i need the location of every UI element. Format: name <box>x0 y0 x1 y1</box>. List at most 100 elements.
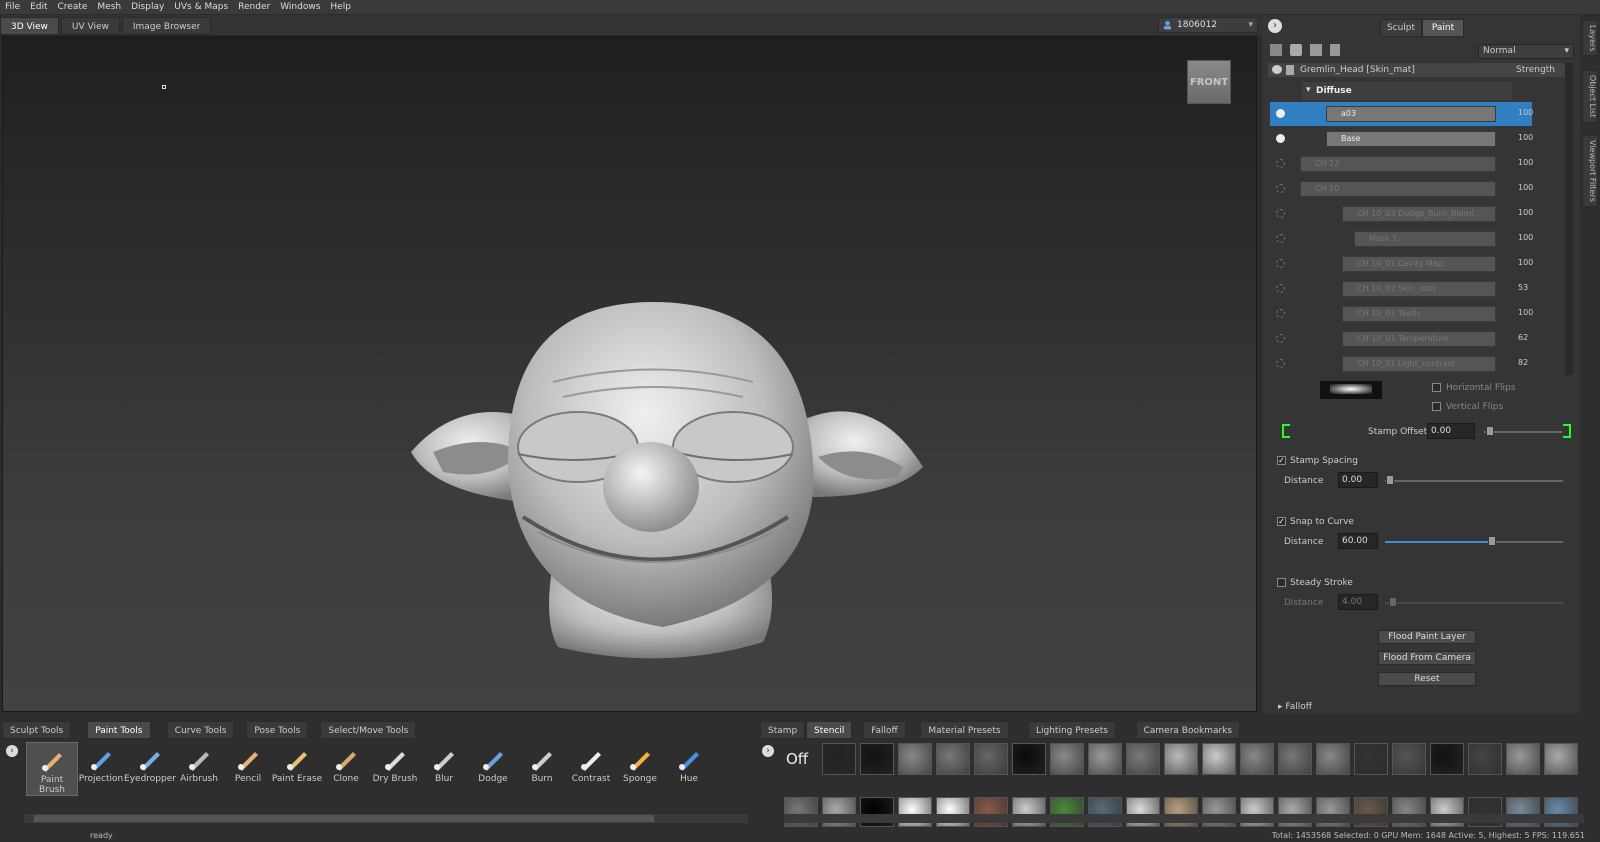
layer-row[interactable]: a03 100 <box>1270 102 1533 126</box>
layer-row[interactable]: Base 100 <box>1270 127 1533 151</box>
layer-row[interactable]: Mask 1 100 <box>1270 227 1533 251</box>
layer-name[interactable]: CH 10_02 Skin_dots <box>1342 281 1496 297</box>
stamp-spacing-slider[interactable] <box>1385 480 1563 482</box>
steady-distance-input[interactable]: 4.00 <box>1338 594 1378 610</box>
tab-uv-view[interactable]: UV View <box>60 17 120 35</box>
tool-dodge[interactable]: Dodge <box>467 742 519 796</box>
user-selector[interactable]: 1806012 ▾ <box>1158 17 1258 33</box>
stamp-spacing-distance-input[interactable]: 0.00 <box>1338 472 1378 488</box>
lock-icon[interactable] <box>1286 65 1294 75</box>
menu-item-file[interactable]: File <box>0 2 25 12</box>
menu-item-edit[interactable]: Edit <box>25 2 52 12</box>
flood-from-camera-button[interactable]: Flood From Camera <box>1378 651 1476 665</box>
tools-scrollbar[interactable] <box>24 814 748 823</box>
stencil-thumbnail[interactable] <box>1088 743 1122 775</box>
stencil-thumbnail[interactable] <box>860 743 894 775</box>
view-cube[interactable]: FRONT <box>1187 60 1231 104</box>
layer-name[interactable]: CH 10_01 Cavity Map <box>1342 256 1496 272</box>
visibility-icon[interactable] <box>1276 109 1285 118</box>
snap-distance-input[interactable]: 60.00 <box>1338 533 1378 549</box>
layer-scrollbar[interactable] <box>1565 63 1573 375</box>
stencil-thumbnail[interactable] <box>1544 743 1578 775</box>
stencil-thumbnail[interactable] <box>1316 743 1350 775</box>
layer-name[interactable]: CH 10 <box>1300 181 1496 197</box>
tool-airbrush[interactable]: Airbrush <box>173 742 225 796</box>
stencil-thumbnail[interactable] <box>1468 743 1502 775</box>
layer-row[interactable]: CH 10_03 Dodge_Burn_Blemi... 100 <box>1270 202 1533 226</box>
tool-tab-sculpt-tools[interactable]: Sculpt Tools <box>2 721 72 739</box>
tool-contrast[interactable]: Contrast <box>565 742 617 796</box>
tool-eyedropper[interactable]: Eyedropper <box>124 742 176 796</box>
visibility-icon[interactable] <box>1276 209 1285 218</box>
tool-tab-select-move-tools[interactable]: Select/Move Tools <box>320 721 417 739</box>
stamp-spacing-knob[interactable] <box>1386 475 1394 485</box>
stencil-thumbnail[interactable] <box>1430 743 1464 775</box>
eye-icon[interactable] <box>1272 65 1282 74</box>
layer-name[interactable]: CH 10_03 Dodge_Burn_Blemi... <box>1342 206 1496 222</box>
tool-tab-paint-tools[interactable]: Paint Tools <box>87 721 151 739</box>
visibility-icon[interactable] <box>1276 234 1285 243</box>
side-tab-viewport-filters[interactable]: Viewport Filters <box>1582 135 1598 207</box>
layer-name[interactable]: Mask 1 <box>1354 231 1496 247</box>
camera-icon[interactable] <box>1290 44 1302 56</box>
horizontal-flips-checkbox[interactable] <box>1432 383 1441 392</box>
flood-paint-layer-button[interactable]: Flood Paint Layer <box>1378 630 1476 644</box>
side-tab-object-list[interactable]: Object List <box>1582 70 1598 123</box>
tool-paint-erase[interactable]: Paint Erase <box>271 742 323 796</box>
layer-name[interactable]: CH 10_01 Light_contrast <box>1342 356 1496 372</box>
stencil-thumbnail[interactable] <box>1392 743 1426 775</box>
tools-collapse-icon[interactable]: › <box>6 745 18 757</box>
shelf-collapse-icon[interactable]: › <box>762 745 774 757</box>
menu-item-uvs-maps[interactable]: UVs & Maps <box>169 2 233 12</box>
shelf-tab-falloff[interactable]: Falloff <box>863 721 906 739</box>
visibility-icon[interactable] <box>1276 259 1285 268</box>
steady-stroke-checkbox[interactable] <box>1277 578 1286 587</box>
layer-row[interactable]: CH 12 100 <box>1270 152 1533 176</box>
layer-row[interactable]: CH 10_01 Light_contrast 82 <box>1270 352 1532 376</box>
stencil-thumbnail[interactable] <box>1506 743 1540 775</box>
menu-item-mesh[interactable]: Mesh <box>92 2 126 12</box>
blend-mode-select[interactable]: Normal ▾ <box>1478 44 1574 59</box>
stencil-thumbnail[interactable] <box>1126 743 1160 775</box>
stencil-thumbnail[interactable] <box>1278 743 1312 775</box>
stamp-offset-input[interactable]: 0.00 <box>1427 423 1475 439</box>
tool-dry-brush[interactable]: Dry Brush <box>369 742 421 796</box>
layer-row[interactable]: CH 10_01 Cavity Map 100 <box>1270 252 1533 276</box>
shelf-scrollbar[interactable] <box>784 814 1584 823</box>
tool-tab-curve-tools[interactable]: Curve Tools <box>166 721 235 739</box>
mode-tab-sculpt[interactable]: Sculpt <box>1380 19 1422 37</box>
stencil-thumbnail[interactable] <box>822 743 856 775</box>
folder-icon[interactable] <box>1310 44 1322 56</box>
layer-name[interactable]: CH 12 <box>1300 156 1496 172</box>
stencil-thumbnail[interactable] <box>1050 743 1084 775</box>
shelf-tab-lighting-presets[interactable]: Lighting Presets <box>1028 721 1116 739</box>
tool-paint-brush[interactable]: Paint Brush <box>26 742 78 796</box>
tool-blur[interactable]: Blur <box>418 742 470 796</box>
3d-viewport[interactable] <box>2 36 1257 712</box>
menu-item-windows[interactable]: Windows <box>275 2 325 12</box>
layer-name[interactable]: a03 <box>1326 106 1496 122</box>
visibility-icon[interactable] <box>1276 309 1285 318</box>
tool-sponge[interactable]: Sponge <box>614 742 666 796</box>
layer-row[interactable]: CH 10_01 Temperature 62 <box>1270 327 1532 351</box>
tab-3d-view[interactable]: 3D View <box>0 17 59 35</box>
shelf-tab-stencil[interactable]: Stencil <box>806 721 853 739</box>
channel-diffuse[interactable]: ▾ Diffuse <box>1302 82 1512 100</box>
stencil-thumbnail[interactable] <box>1012 743 1046 775</box>
steady-distance-slider[interactable] <box>1385 602 1563 604</box>
stamp-offset-knob[interactable] <box>1486 426 1494 436</box>
steady-distance-knob[interactable] <box>1389 597 1397 607</box>
stamp-offset-slider[interactable] <box>1484 431 1562 433</box>
visibility-icon[interactable] <box>1276 334 1285 343</box>
stencil-off-button[interactable]: Off <box>786 750 808 768</box>
menu-item-render[interactable]: Render <box>233 2 275 12</box>
tool-hue[interactable]: Hue <box>663 742 715 796</box>
snap-to-curve-checkbox[interactable]: ✓ <box>1277 517 1286 526</box>
stencil-thumbnail[interactable] <box>1354 743 1388 775</box>
visibility-icon[interactable] <box>1276 134 1285 143</box>
stencil-thumbnail[interactable] <box>1164 743 1198 775</box>
visibility-icon[interactable] <box>1276 359 1285 368</box>
shelf-tab-material-presets[interactable]: Material Presets <box>920 721 1009 739</box>
layer-name[interactable]: CH 10_01 Teeth <box>1342 306 1496 322</box>
tool-pencil[interactable]: Pencil <box>222 742 274 796</box>
